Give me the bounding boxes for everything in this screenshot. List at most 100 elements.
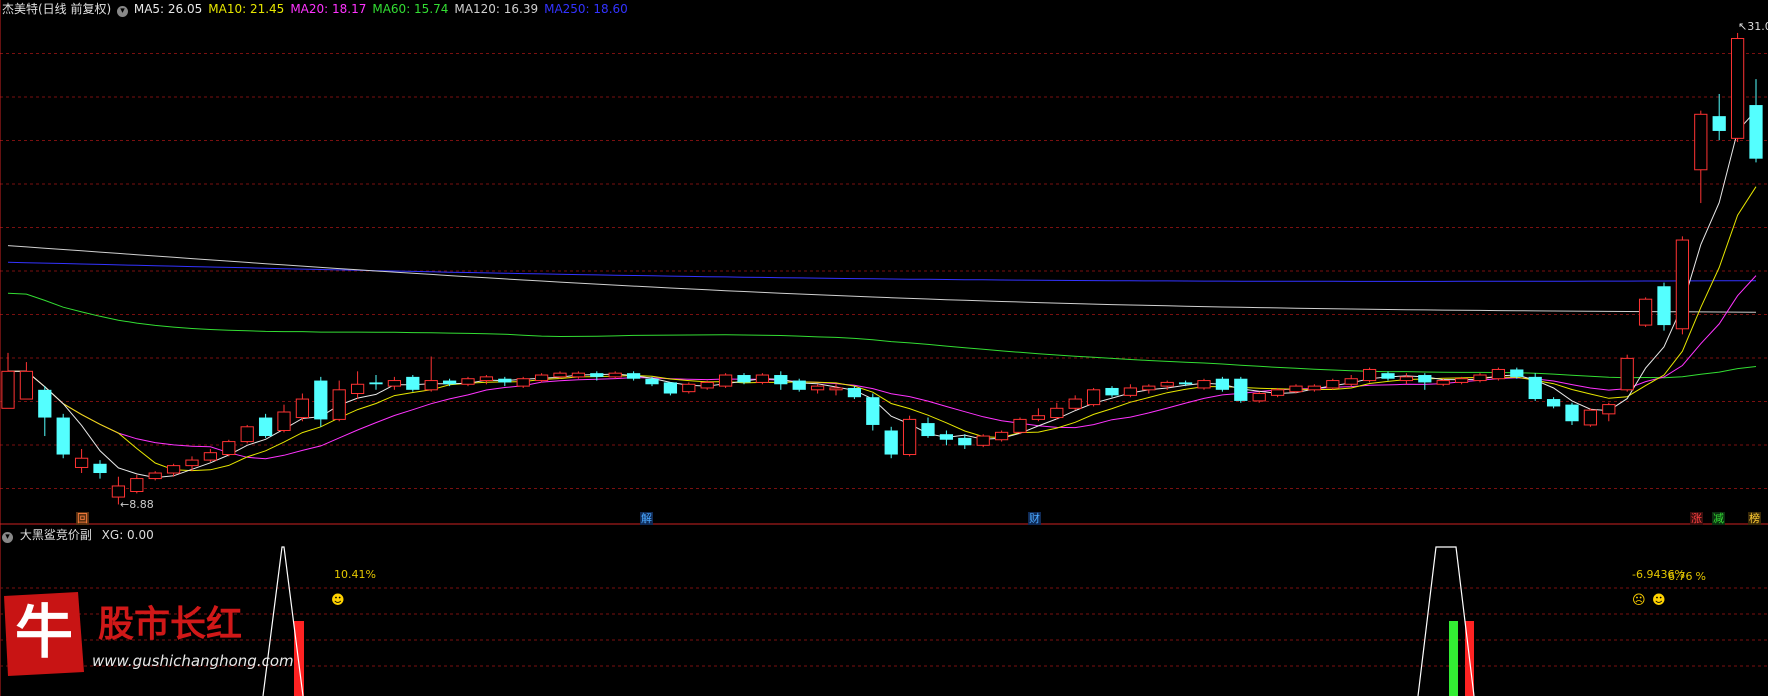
ma-legend: MA5: 26.05 MA10: 21.45 MA20: 18.17 MA60: 15… [134, 2, 634, 16]
event-tag-hui[interactable]: 回 [76, 512, 89, 525]
candle-down [645, 378, 659, 385]
candle-up [1620, 357, 1634, 391]
candle-up [1675, 239, 1690, 330]
candle-up [1197, 380, 1211, 389]
candle-up [111, 485, 126, 498]
candle-up [1, 370, 15, 409]
candle-down [38, 389, 52, 418]
sub-header: ▾ 大黑鲨竞价副 XG: 0.00 [2, 528, 154, 543]
ma-legend-item: MA10: 21.45 [208, 2, 285, 16]
logo-graphic: 牛 股市长红 www.gushichanghong.com [4, 592, 294, 676]
ma250-line [7, 261, 1757, 282]
candle-up [350, 383, 365, 395]
candle-down [921, 423, 935, 437]
candle-up [1270, 389, 1285, 396]
candle-up [682, 383, 696, 393]
candle-up [1160, 381, 1174, 387]
candle-up [1638, 298, 1653, 326]
candle-up [148, 472, 162, 480]
logo-glyph: 牛 [15, 598, 73, 666]
high-price-label: ↖31.0 [1738, 20, 1768, 33]
ma-legend-item: MA60: 15.74 [372, 2, 449, 16]
candle-up [240, 426, 254, 443]
candle-up [1307, 385, 1322, 391]
candle-down [774, 375, 788, 385]
candle-down [866, 397, 880, 425]
xg-value: XG: 0.00 [101, 528, 154, 542]
candle-down [1418, 375, 1432, 383]
candle-up [1602, 404, 1616, 415]
candle-down [1546, 399, 1561, 407]
candle-up [1399, 376, 1414, 382]
candle-down [1178, 382, 1193, 385]
candle-up [387, 380, 402, 387]
watermark-logo: 牛 股市长红 www.gushichanghong.com [0, 588, 310, 680]
candle-up [571, 372, 586, 378]
candle-up [1326, 380, 1340, 389]
candle-up [130, 478, 144, 493]
candle-up [516, 378, 530, 387]
candle-up [424, 380, 438, 391]
candle-down [498, 378, 512, 383]
candle-up [479, 376, 494, 382]
ma-legend-item: MA20: 18.17 [290, 2, 367, 16]
candle-down [1381, 373, 1395, 379]
stock-title[interactable]: 杰美特(日线 前复权) [2, 2, 111, 16]
candle-up [1142, 385, 1156, 391]
sub-indicator-title[interactable]: 大黑鲨竞价副 [20, 528, 92, 542]
candle-up [976, 435, 990, 446]
candle-up [1473, 374, 1487, 382]
candle-down [663, 382, 678, 394]
candle-down [369, 382, 383, 385]
candle-up [1491, 368, 1506, 380]
candle-up [755, 374, 770, 383]
candle-down [406, 376, 420, 390]
ma60-line [7, 292, 1757, 379]
arrow-icon: ← [120, 498, 130, 511]
candle-down [1749, 105, 1763, 159]
smile-icon: ☻ [1652, 593, 1666, 608]
candle-down [1215, 378, 1230, 390]
logo-url: www.gushichanghong.com [92, 652, 294, 670]
candle-down [93, 463, 107, 474]
candle-up [1454, 378, 1469, 383]
candle-up [810, 385, 825, 391]
event-tag-jie[interactable]: 解 [640, 512, 653, 525]
candle-up [1123, 387, 1138, 396]
candle-up [902, 418, 917, 456]
candle-down [958, 437, 972, 446]
candle-down [1510, 369, 1524, 377]
candle-up [1013, 418, 1027, 433]
candle-down [1105, 387, 1119, 396]
candle-up [994, 431, 1009, 441]
candle-down [56, 417, 70, 455]
candle-up [332, 389, 346, 420]
event-tag-zhang[interactable]: 涨 [1690, 512, 1703, 525]
sub-indicator-marks [262, 546, 1475, 696]
candle-up [1362, 368, 1377, 382]
collapse-icon[interactable]: ▾ [117, 6, 129, 17]
event-tag-jian[interactable]: 减 [1712, 512, 1725, 525]
candle-up [222, 441, 236, 456]
candle-up [553, 372, 567, 378]
event-tag-cai[interactable]: 财 [1028, 512, 1041, 525]
event-tag-bang[interactable]: 榜 [1748, 512, 1761, 525]
candle-down [258, 417, 273, 437]
candle-up [700, 381, 714, 389]
candle-up [185, 459, 199, 467]
candle-up [203, 452, 218, 461]
frown-icon: ☹ [1632, 593, 1646, 608]
signal-bar [1449, 621, 1458, 696]
candle-down [1528, 376, 1542, 400]
candle-down [314, 380, 328, 420]
ma-legend-item: MA5: 26.05 [133, 2, 203, 16]
candle-up [1050, 407, 1064, 419]
right-pct-label-b: 6.76% [1668, 570, 1706, 583]
collapse-icon[interactable]: ▾ [2, 532, 13, 543]
candle-down [1657, 286, 1671, 326]
candle-up [461, 378, 475, 385]
candle-down [939, 434, 954, 440]
candle-down [792, 380, 806, 390]
candle-up [1086, 389, 1101, 406]
candle-up [534, 374, 549, 382]
